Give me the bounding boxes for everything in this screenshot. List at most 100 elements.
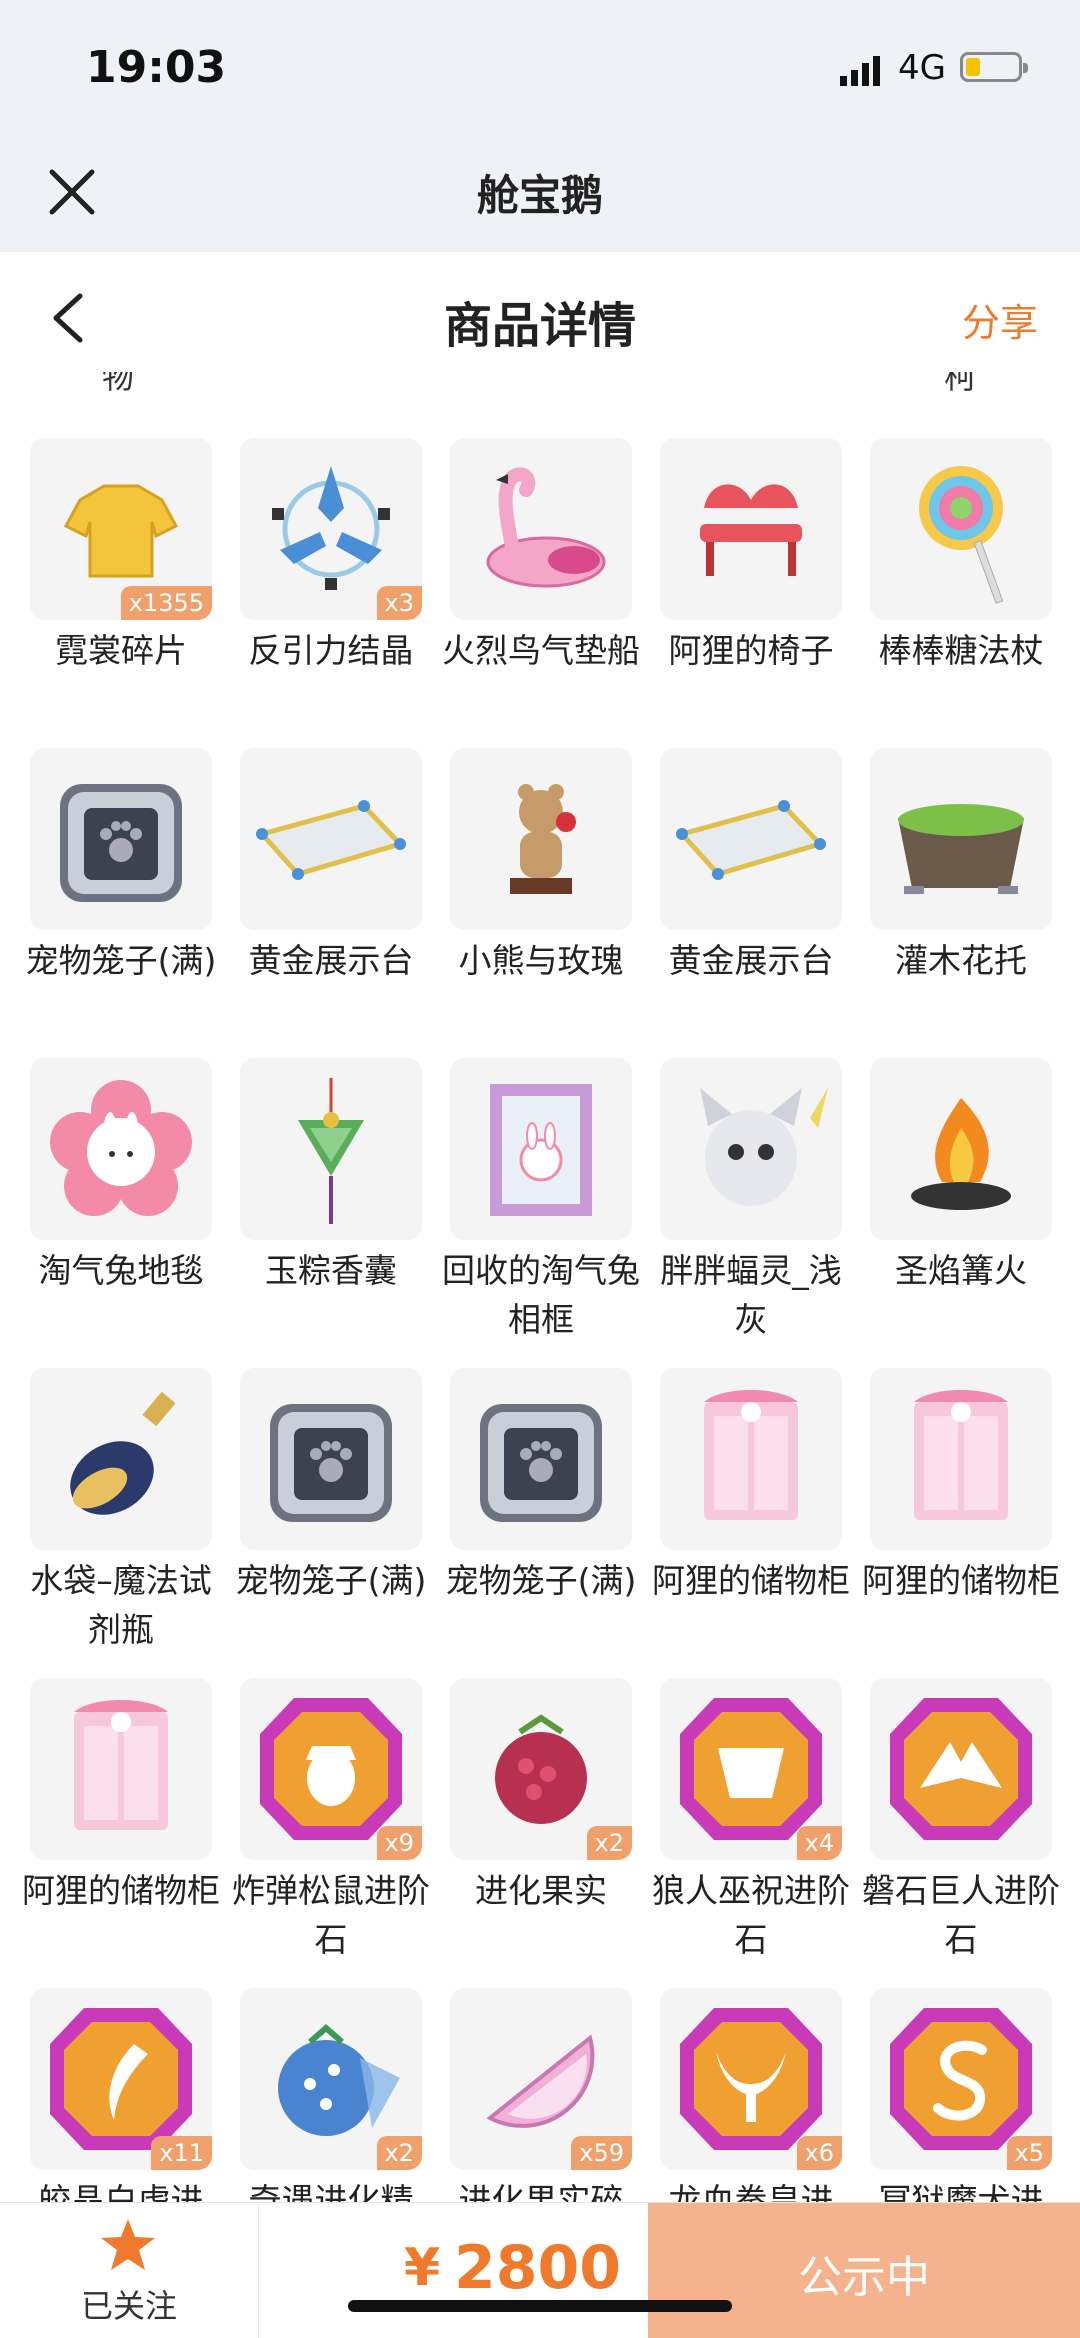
network-type: 4G bbox=[898, 48, 946, 88]
item-thumbnail bbox=[870, 748, 1052, 930]
share-button[interactable]: 分享 bbox=[962, 292, 1038, 347]
item-thumbnail bbox=[450, 748, 632, 930]
item-card[interactable]: 宠物笼子(满) bbox=[236, 1368, 426, 1605]
item-card[interactable]: x6 龙血拳皇进 bbox=[660, 1988, 842, 2202]
item-card[interactable]: 棒棒糖法杖 bbox=[870, 438, 1052, 675]
item-thumbnail bbox=[240, 1368, 422, 1550]
item-name: 宠物笼子(满) bbox=[445, 1561, 637, 1600]
follow-button[interactable]: 已关注 bbox=[0, 2203, 259, 2338]
status-action-label: 公示中 bbox=[798, 2252, 930, 2303]
quantity-badge: x4 bbox=[796, 1826, 842, 1860]
item-name: 宠物笼子(满) bbox=[235, 1561, 427, 1600]
bonfire-icon bbox=[911, 1098, 1011, 1210]
gold-display-stand-icon bbox=[256, 800, 406, 880]
item-thumbnail: x1355 bbox=[30, 438, 212, 620]
item-card[interactable]: x3 反引力结晶 bbox=[240, 438, 422, 675]
status-time: 19:03 bbox=[86, 42, 227, 93]
signal-icon bbox=[840, 56, 880, 86]
item-name: 黄金展示台 bbox=[668, 941, 834, 980]
item-card[interactable]: x1355 霓裳碎片 bbox=[30, 438, 212, 675]
item-thumbnail bbox=[870, 1678, 1052, 1860]
item-card[interactable]: x2 奇遇进化精 bbox=[240, 1988, 422, 2202]
ali-cabinet-icon bbox=[704, 1390, 798, 1520]
item-name: 圣焰篝火 bbox=[895, 1251, 1027, 1290]
item-name: 淘气兔地毯 bbox=[38, 1251, 204, 1290]
item-thumbnail: x59 bbox=[450, 1988, 632, 2170]
item-card[interactable]: 宠物笼子(满) bbox=[446, 1368, 636, 1605]
item-name: 阿狸的椅子 bbox=[668, 631, 834, 670]
quantity-badge: x6 bbox=[796, 2136, 842, 2170]
item-thumbnail bbox=[30, 1368, 212, 1550]
item-name: 灌木花托 bbox=[895, 941, 1027, 980]
item-thumbnail bbox=[660, 438, 842, 620]
item-card[interactable]: x4 狼人巫祝进阶石 bbox=[652, 1678, 850, 1964]
item-card[interactable]: 玉粽香囊 bbox=[240, 1058, 422, 1295]
item-name: 狼人巫祝进阶石 bbox=[652, 1871, 850, 1959]
bear-rose-icon bbox=[510, 784, 576, 894]
item-name: 宠物笼子(满) bbox=[25, 941, 217, 980]
item-card[interactable]: 磐石巨人进阶石 bbox=[862, 1678, 1060, 1964]
item-name: 龙血拳皇进 bbox=[668, 2181, 834, 2202]
pet-cage-icon bbox=[480, 1404, 602, 1522]
quantity-badge: x59 bbox=[571, 2136, 632, 2170]
item-card[interactable]: 宠物笼子(满) bbox=[26, 748, 216, 985]
item-card[interactable]: 阿狸的储物柜 bbox=[862, 1368, 1060, 1605]
item-name: 冥狱魔犬进 bbox=[878, 2181, 1044, 2202]
potion-bottle-icon bbox=[70, 1391, 176, 1515]
price-amount: 2800 bbox=[454, 2233, 621, 2303]
item-name: 回收的淘气兔相框 bbox=[442, 1251, 640, 1339]
item-card[interactable]: x9 炸弹松鼠进阶石 bbox=[232, 1678, 430, 1964]
item-name: 反引力结晶 bbox=[248, 631, 414, 670]
item-name: 小熊与玫瑰 bbox=[458, 941, 624, 980]
bunny-frame-icon bbox=[490, 1084, 592, 1216]
item-thumbnail: x5 bbox=[870, 1988, 1052, 2170]
item-card[interactable]: 火烈鸟气垫船 bbox=[442, 438, 640, 675]
bat-spirit-icon bbox=[700, 1088, 828, 1206]
item-card[interactable]: 小熊与玫瑰 bbox=[450, 748, 632, 985]
bottom-bar: 已关注 ¥ 2800 公示中 bbox=[0, 2202, 1080, 2338]
shrub-planter-icon bbox=[898, 804, 1024, 894]
item-name: 炸弹松鼠进阶石 bbox=[232, 1871, 430, 1959]
item-card[interactable]: 淘气兔地毯 bbox=[30, 1058, 212, 1295]
quantity-badge: x5 bbox=[1006, 2136, 1052, 2170]
item-thumbnail: x4 bbox=[660, 1678, 842, 1860]
item-card[interactable]: 回收的淘气兔相框 bbox=[442, 1058, 640, 1344]
item-name: 皎晶白虎进 bbox=[38, 2181, 204, 2202]
item-card[interactable]: 黄金展示台 bbox=[660, 748, 842, 985]
item-name: 玉粽香囊 bbox=[265, 1251, 397, 1290]
item-thumbnail bbox=[660, 1058, 842, 1240]
follow-label: 已关注 bbox=[80, 2287, 177, 2325]
item-card[interactable]: 黄金展示台 bbox=[240, 748, 422, 985]
item-card[interactable]: x59 进化果实碎 bbox=[450, 1988, 632, 2202]
item-card[interactable]: 胖胖蝠灵_浅灰 bbox=[660, 1058, 842, 1344]
quantity-badge: x2 bbox=[586, 1826, 632, 1860]
item-thumbnail bbox=[240, 1058, 422, 1240]
item-card[interactable]: 阿狸的椅子 bbox=[660, 438, 842, 675]
advance-stone-rock-icon bbox=[890, 1698, 1032, 1840]
item-thumbnail bbox=[450, 438, 632, 620]
item-thumbnail bbox=[870, 1058, 1052, 1240]
item-thumbnail: x3 bbox=[240, 438, 422, 620]
quantity-badge: x11 bbox=[151, 2136, 212, 2170]
quantity-badge: x2 bbox=[376, 2136, 422, 2170]
bunny-rug-icon bbox=[50, 1080, 192, 1216]
item-card[interactable]: 阿狸的储物柜 bbox=[22, 1678, 220, 1915]
item-thumbnail bbox=[450, 1058, 632, 1240]
item-name: 阿狸的储物柜 bbox=[22, 1871, 220, 1910]
item-thumbnail bbox=[870, 1368, 1052, 1550]
item-card[interactable]: x2 进化果实 bbox=[450, 1678, 632, 1915]
item-card[interactable]: x5 冥狱魔犬进 bbox=[870, 1988, 1052, 2202]
item-card[interactable]: 阿狸的储物柜 bbox=[652, 1368, 850, 1605]
app-title: 舱宝鹅 bbox=[476, 171, 603, 220]
item-thumbnail: x6 bbox=[660, 1988, 842, 2170]
ali-cabinet-icon bbox=[74, 1700, 168, 1830]
item-card[interactable]: x11 皎晶白虎进 bbox=[30, 1988, 212, 2202]
partial-label-left: 物 bbox=[102, 372, 135, 396]
item-card[interactable]: 灌木花托 bbox=[870, 748, 1052, 985]
status-action-button[interactable]: 公示中 bbox=[648, 2203, 1080, 2338]
item-name: 水袋–魔法试剂瓶 bbox=[30, 1561, 212, 1649]
item-card[interactable]: 圣焰篝火 bbox=[870, 1058, 1052, 1295]
item-name: 磐石巨人进阶石 bbox=[862, 1871, 1060, 1959]
item-card[interactable]: 水袋–魔法试剂瓶 bbox=[30, 1368, 212, 1654]
item-thumbnail bbox=[240, 748, 422, 930]
